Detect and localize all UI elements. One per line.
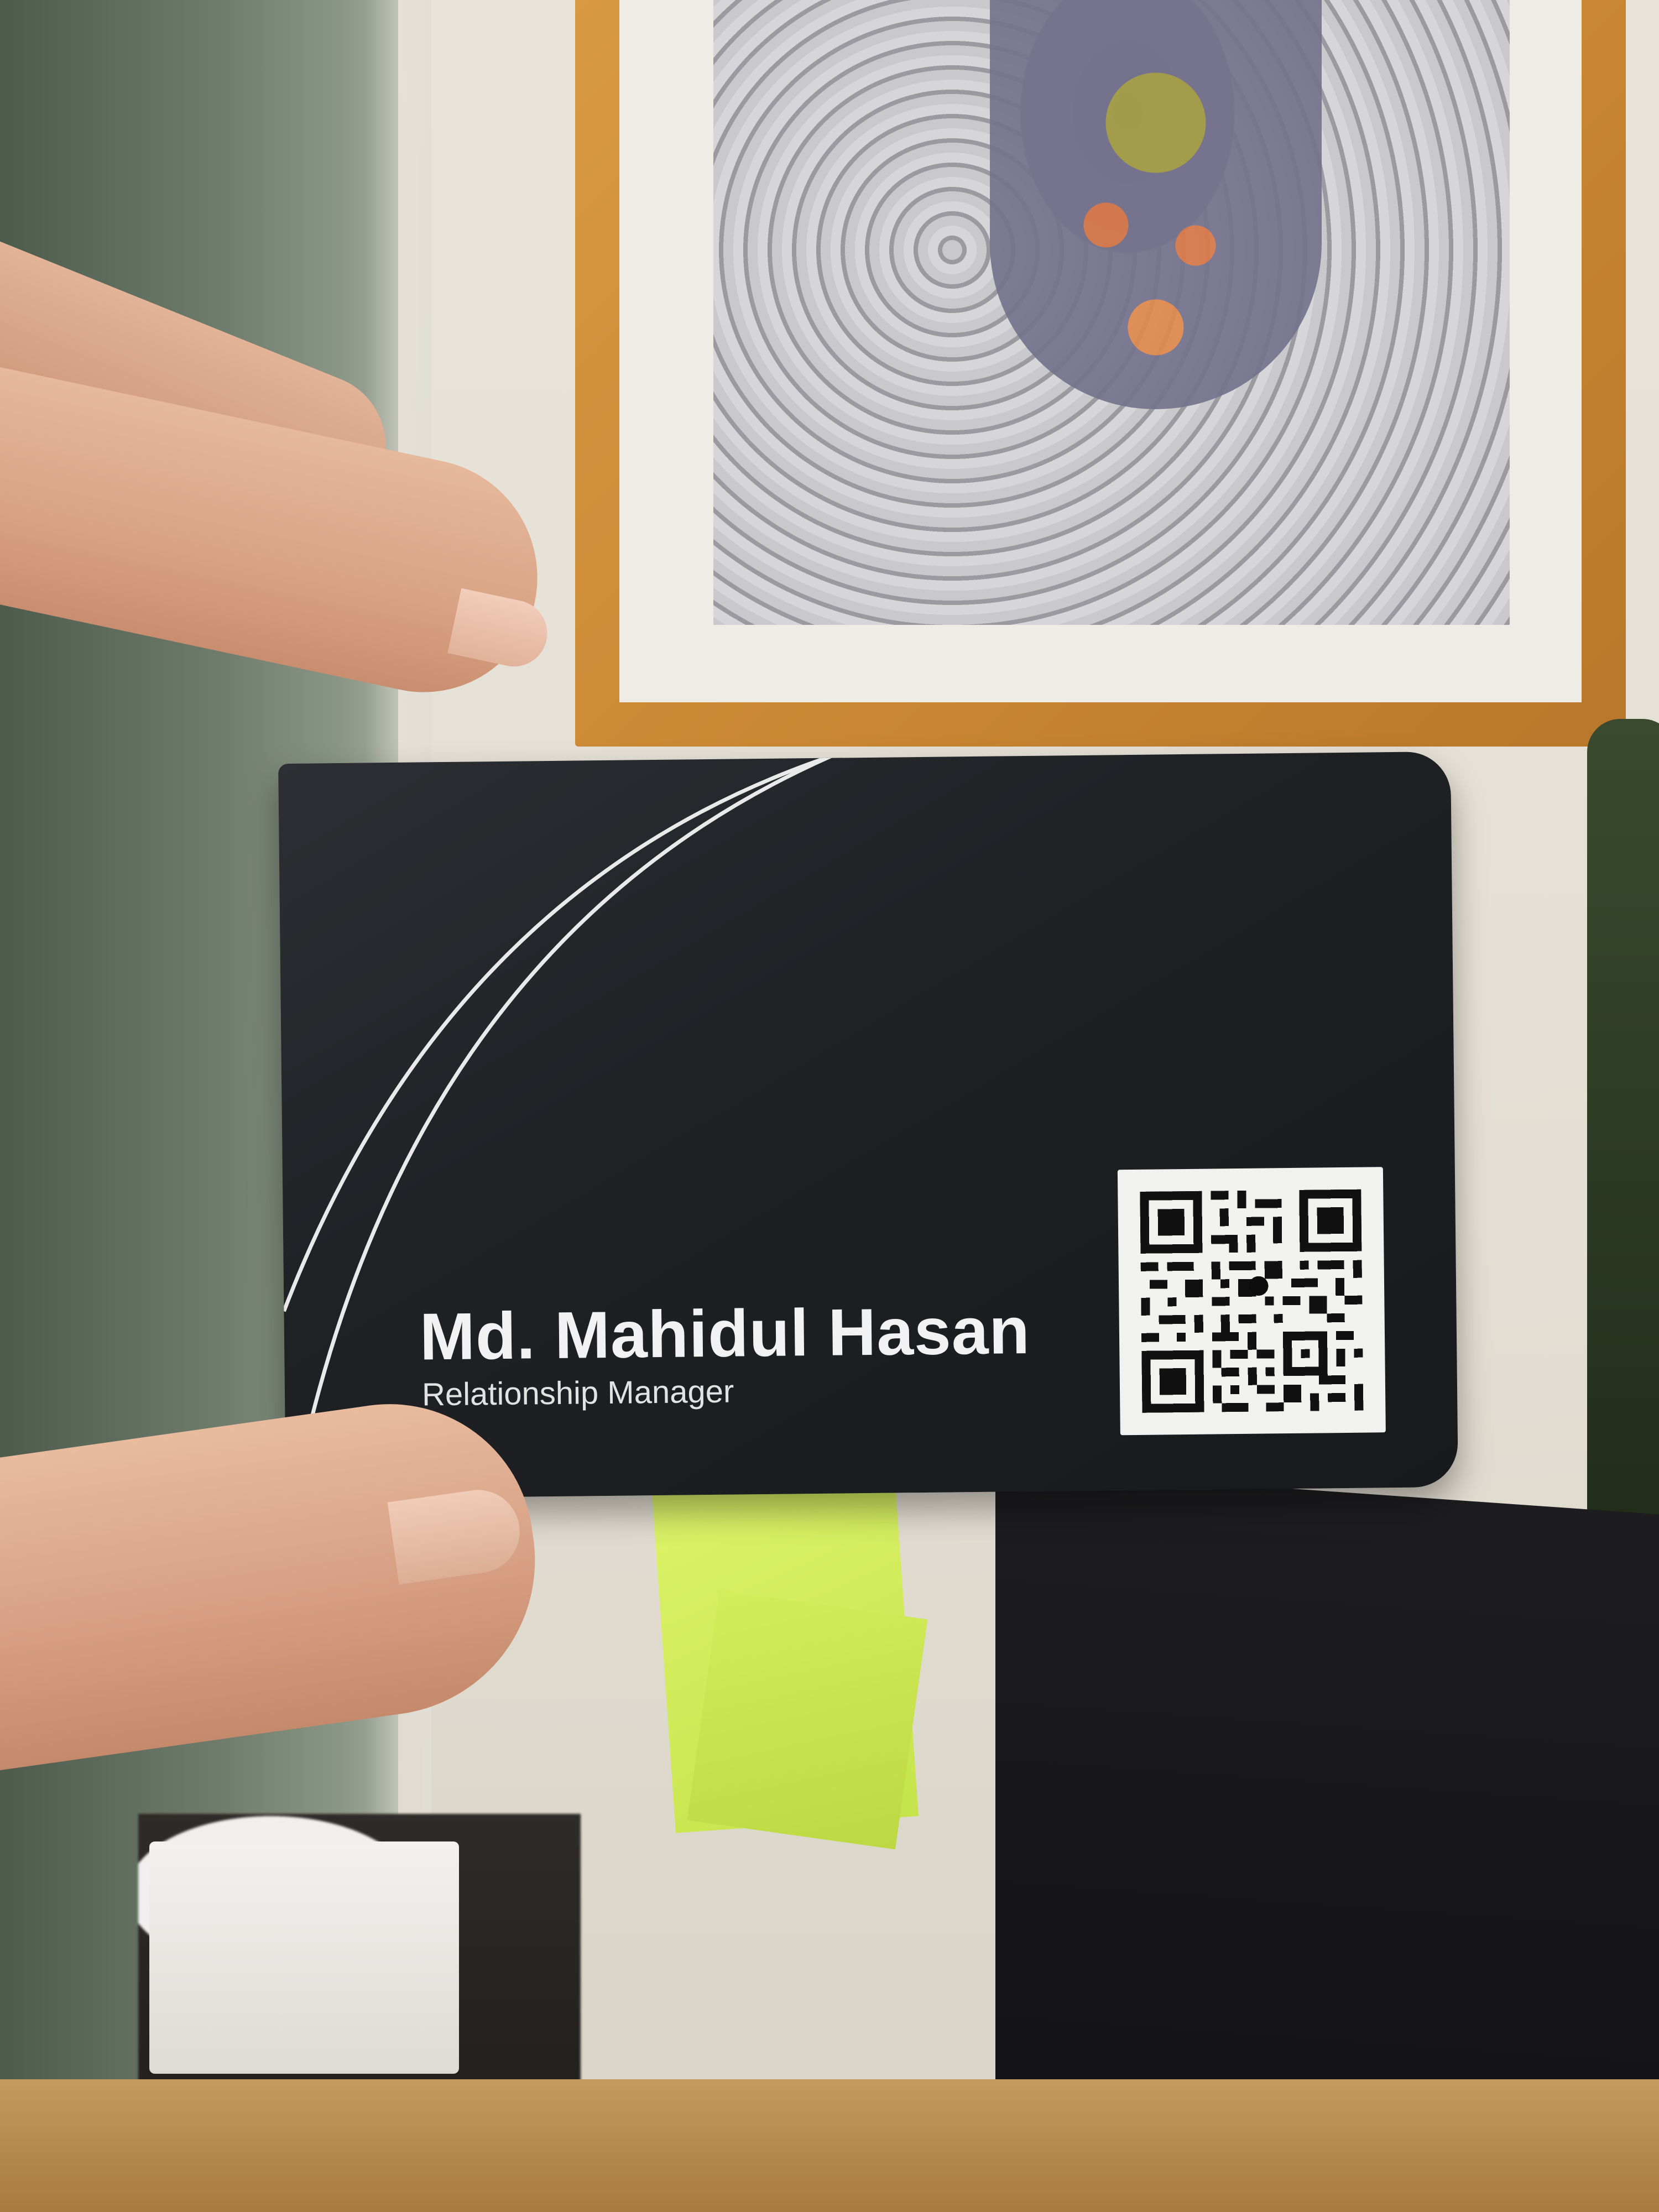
desk-box	[149, 1841, 459, 2074]
card-holder-title: Relationship Manager	[421, 1373, 734, 1413]
sticky-note-secondary	[687, 1590, 928, 1850]
business-card: Md. Mahidul Hasan Relationship Manager	[278, 751, 1458, 1500]
card-holder-name: Md. Mahidul Hasan	[419, 1293, 1031, 1374]
qr-code-icon	[1140, 1189, 1364, 1413]
plant	[1587, 719, 1659, 1604]
desk-surface	[0, 2079, 1659, 2212]
photo-scene: Md. Mahidul Hasan Relationship Manager	[0, 0, 1659, 2212]
qr-code-panel	[1117, 1167, 1386, 1436]
artwork-medallion	[990, 0, 1322, 409]
